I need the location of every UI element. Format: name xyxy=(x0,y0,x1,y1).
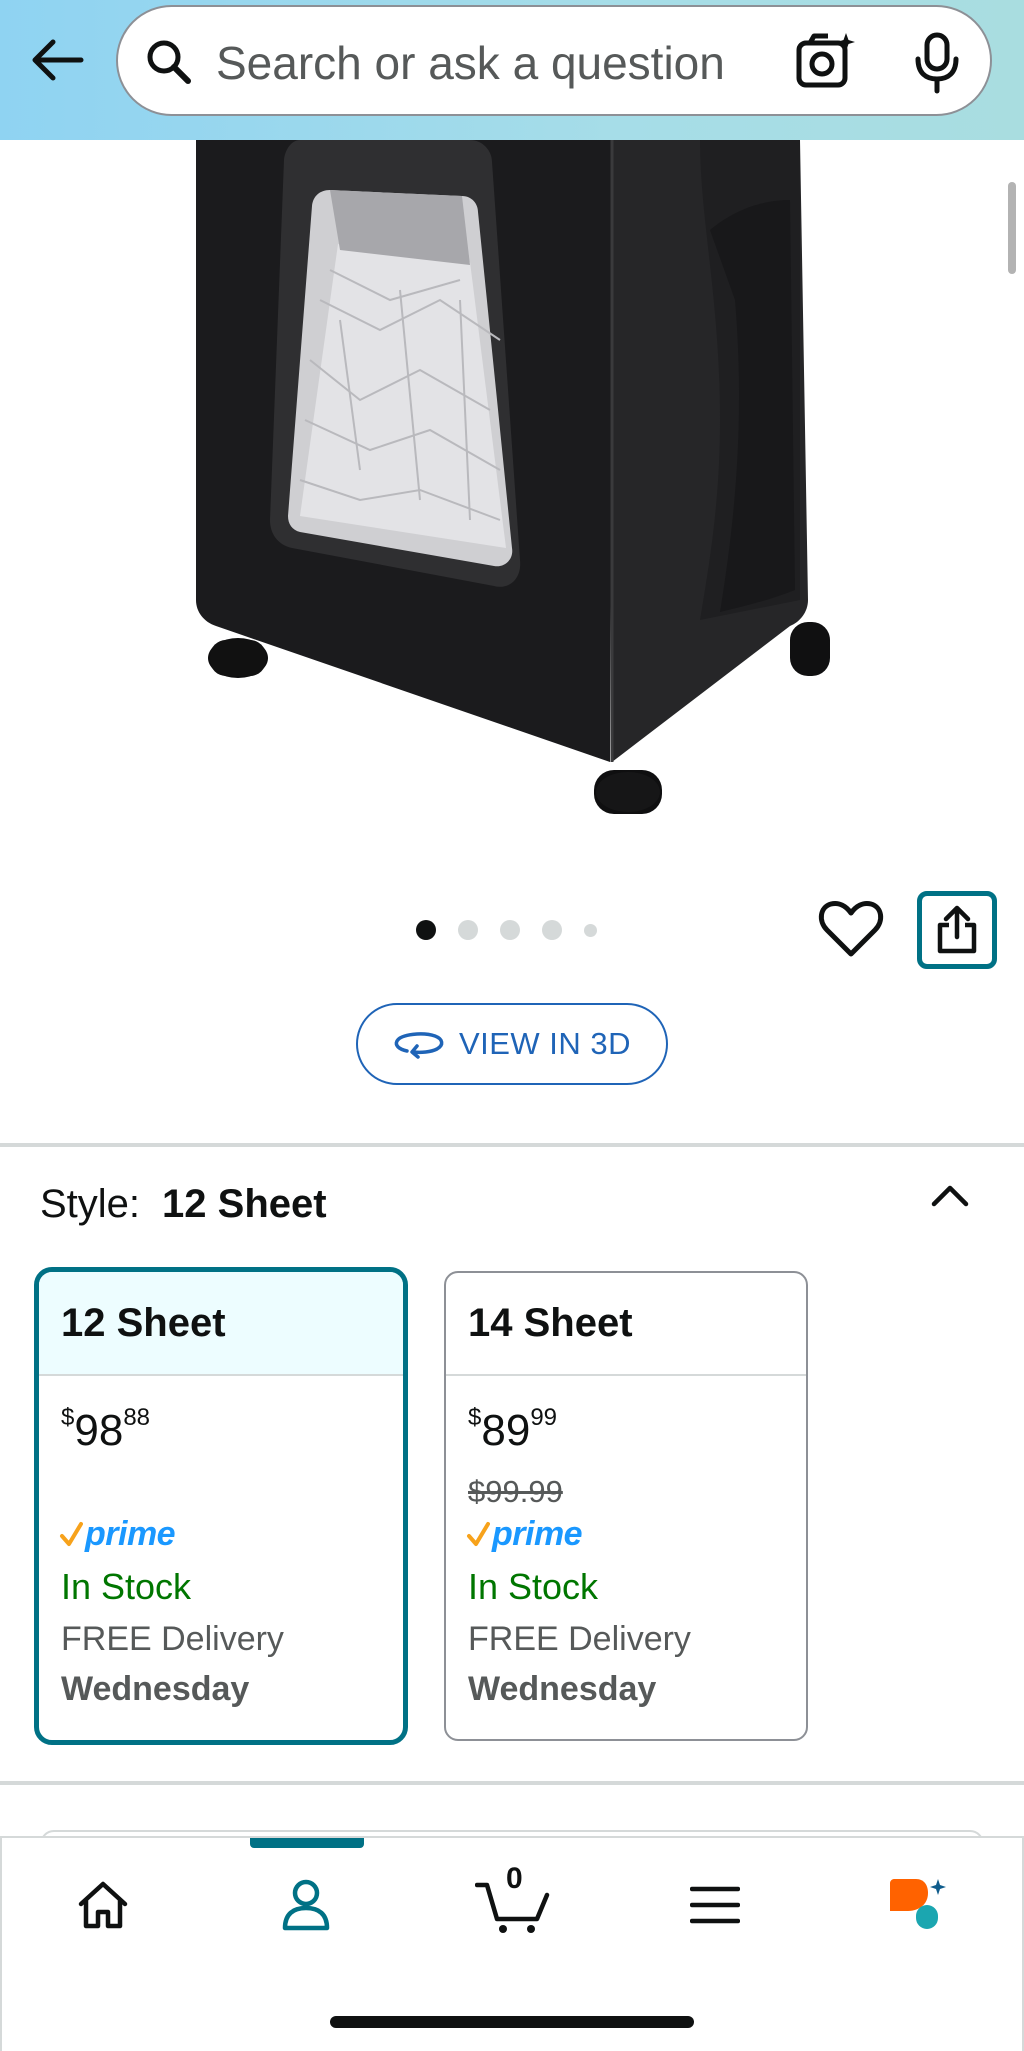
share-icon xyxy=(937,905,977,954)
chevron-up-icon[interactable] xyxy=(930,1180,970,1210)
scrollbar[interactable] xyxy=(1008,182,1016,274)
section-divider xyxy=(0,1781,1024,1785)
product-page: Search or ask a question VIEW IN 3D Styl… xyxy=(0,0,1024,2051)
carousel-dot[interactable] xyxy=(416,920,436,940)
option-title: 14 Sheet xyxy=(446,1273,806,1376)
carousel-dot[interactable] xyxy=(584,923,597,937)
prime-badge: prime xyxy=(466,1514,583,1554)
style-selector-heading: Style: 12 Sheet xyxy=(40,1182,327,1227)
microphone-icon[interactable] xyxy=(908,31,968,95)
delivery-day: Wednesday xyxy=(61,1670,250,1708)
search-icon xyxy=(147,40,191,84)
style-option-14-sheet[interactable]: 14 Sheet $8999 $99.99 prime In Stock FRE… xyxy=(444,1271,808,1741)
nav-home[interactable] xyxy=(68,1870,138,1940)
account-icon xyxy=(282,1879,330,1931)
top-bar: Search or ask a question xyxy=(0,0,1024,140)
search-placeholder: Search or ask a question xyxy=(216,37,725,89)
option-price: $8999 xyxy=(468,1404,558,1455)
image-carousel-dots[interactable] xyxy=(416,918,619,942)
carousel-dot[interactable] xyxy=(500,920,520,940)
carousel-dot[interactable] xyxy=(458,920,478,940)
delivery-day: Wednesday xyxy=(468,1670,657,1708)
nav-account[interactable] xyxy=(271,1870,341,1940)
style-selected-value: 12 Sheet xyxy=(162,1182,327,1226)
rotate-3d-icon xyxy=(394,1032,444,1059)
heart-icon xyxy=(818,901,884,957)
section-divider xyxy=(0,1143,1024,1147)
camera-lens-icon[interactable] xyxy=(794,29,858,93)
home-icon xyxy=(78,1881,128,1929)
search-input[interactable]: Search or ask a question xyxy=(116,5,992,116)
back-arrow-icon xyxy=(32,39,84,81)
active-tab-indicator xyxy=(250,1838,364,1848)
style-option-12-sheet[interactable]: 12 Sheet $9888 prime In Stock FREE Deliv… xyxy=(34,1267,408,1745)
option-title: 12 Sheet xyxy=(39,1272,403,1376)
prime-check-icon xyxy=(60,1522,83,1546)
cart-count-badge: 0 xyxy=(506,1862,523,1895)
nav-menu[interactable] xyxy=(680,1870,750,1940)
product-image[interactable] xyxy=(0,140,1024,840)
stock-status: In Stock xyxy=(468,1566,599,1607)
prime-check-icon xyxy=(467,1522,490,1546)
rufus-assistant-icon xyxy=(890,1879,946,1929)
home-indicator[interactable] xyxy=(330,2016,694,2028)
list-price: $99.99 xyxy=(468,1474,563,1509)
back-button[interactable] xyxy=(22,24,94,96)
nav-cart[interactable]: 0 xyxy=(474,1862,554,1940)
delivery-text: FREE Delivery xyxy=(468,1620,691,1658)
view-in-3d-button[interactable]: VIEW IN 3D xyxy=(356,1003,668,1085)
carousel-dot[interactable] xyxy=(542,920,562,940)
option-price: $9888 xyxy=(61,1404,151,1455)
delivery-text: FREE Delivery xyxy=(61,1620,284,1658)
add-to-wishlist-button[interactable] xyxy=(818,898,884,962)
nav-rufus[interactable] xyxy=(884,1870,954,1940)
view-in-3d-label: VIEW IN 3D xyxy=(458,1026,632,1061)
menu-icon xyxy=(690,1886,740,1924)
prime-badge: prime xyxy=(59,1514,176,1554)
share-button[interactable] xyxy=(917,891,997,969)
style-label: Style: xyxy=(40,1182,141,1226)
stock-status: In Stock xyxy=(61,1566,192,1607)
